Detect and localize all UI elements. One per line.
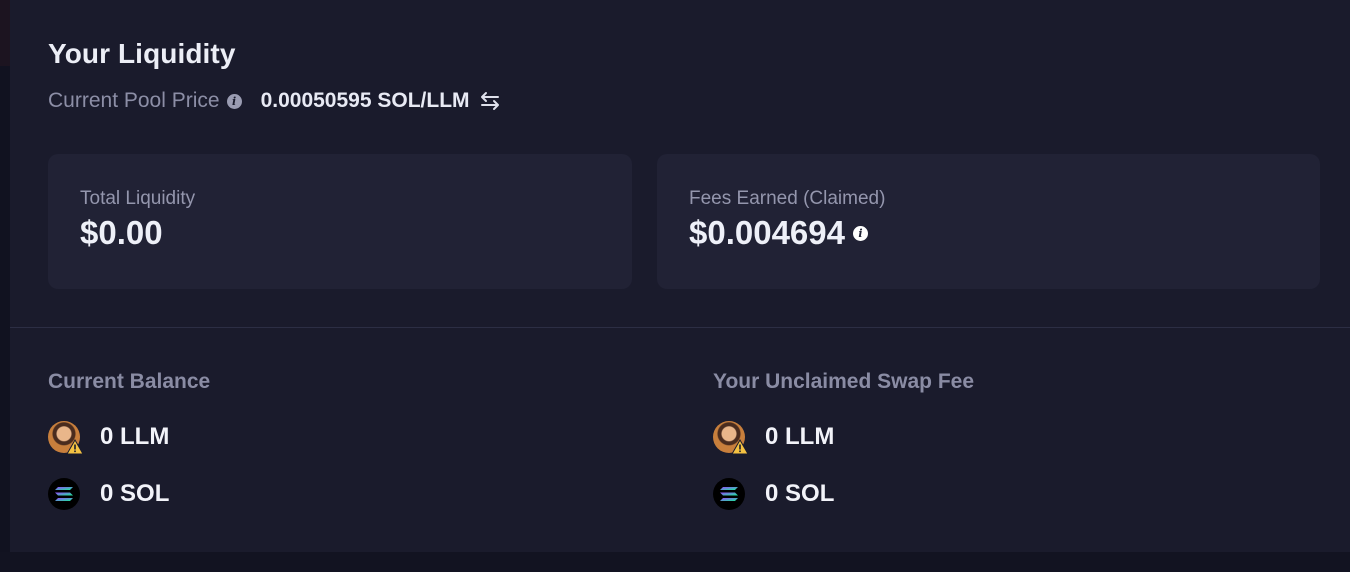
- fees-earned-card: Fees Earned (Claimed) $0.004694 i: [657, 154, 1320, 289]
- current-balance-title: Current Balance: [48, 370, 211, 393]
- fees-earned-label: Fees Earned (Claimed): [689, 188, 886, 209]
- list-item: 0 SOL: [48, 477, 169, 511]
- unclaimed-fee-title: Your Unclaimed Swap Fee: [713, 370, 975, 393]
- sol-token-icon: [713, 478, 745, 510]
- pool-price-value: 0.00050595 SOL/LLM: [260, 89, 470, 112]
- total-liquidity-amount: $0.00: [80, 214, 163, 251]
- list-item: 0 SOL: [713, 477, 834, 511]
- swap-direction-icon[interactable]: [479, 91, 501, 111]
- section-divider: [10, 327, 1350, 328]
- llm-token-icon: [713, 421, 749, 455]
- list-item: 0 LLM: [713, 420, 835, 455]
- pool-price-label: Current Pool Price: [48, 89, 220, 112]
- liquidity-panel: Your Liquidity Current Pool Price i 0.00…: [10, 0, 1350, 552]
- total-liquidity-value: $0.00: [80, 214, 163, 252]
- left-edge: [0, 0, 10, 572]
- token-amount: 0 SOL: [100, 480, 170, 507]
- total-liquidity-card: Total Liquidity $0.00: [48, 154, 632, 289]
- panel-title: Your Liquidity: [48, 38, 236, 69]
- sol-token-icon: [48, 478, 80, 510]
- info-icon[interactable]: i: [226, 93, 242, 109]
- token-amount: 0 LLM: [100, 423, 170, 450]
- llm-token-icon: [48, 421, 84, 455]
- fees-earned-value: $0.004694 i: [689, 214, 868, 252]
- info-icon[interactable]: i: [853, 226, 868, 241]
- token-amount: 0 SOL: [765, 480, 835, 507]
- pool-price-row: Current Pool Price i 0.00050595 SOL/LLM: [48, 86, 501, 116]
- token-amount: 0 LLM: [765, 423, 835, 450]
- bottom-strip: [0, 552, 1350, 572]
- list-item: 0 LLM: [48, 420, 170, 455]
- total-liquidity-label: Total Liquidity: [80, 188, 196, 209]
- fees-earned-amount: $0.004694: [689, 214, 845, 251]
